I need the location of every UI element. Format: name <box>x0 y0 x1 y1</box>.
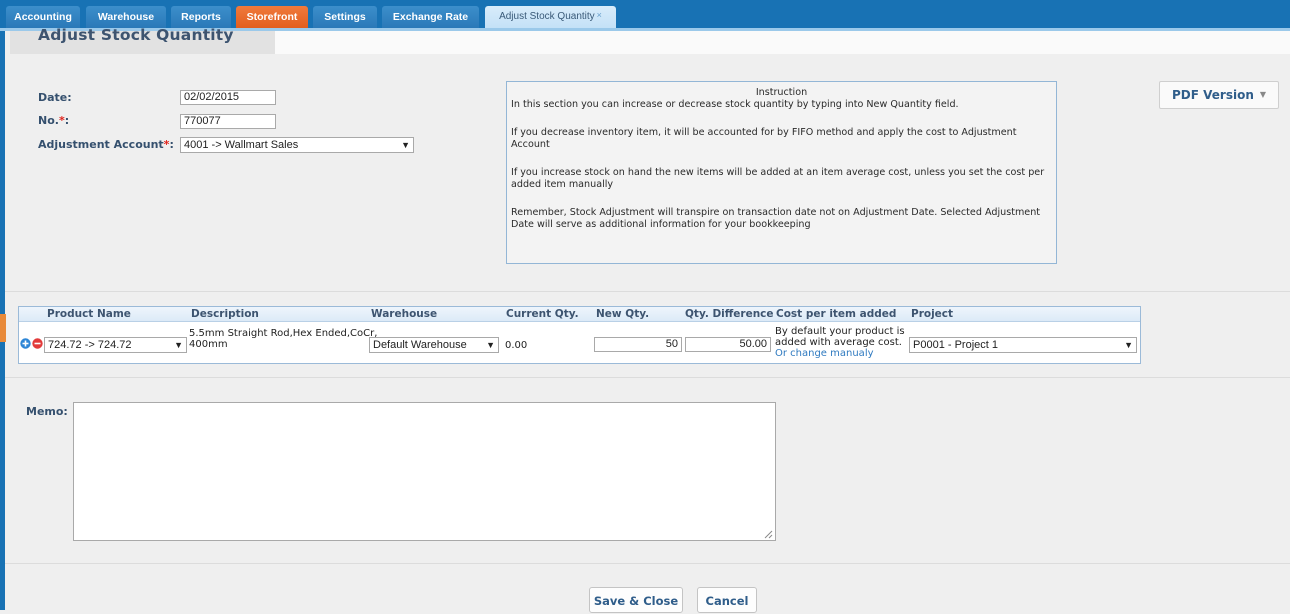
warehouse-select[interactable]: Default Warehouse ▼ <box>369 337 499 353</box>
adjustment-account-label-colon: : <box>169 138 174 151</box>
memo-label: Memo: <box>26 405 68 418</box>
product-grid: Product Name Description Warehouse Curre… <box>18 306 1141 364</box>
divider <box>5 291 1290 292</box>
minus-circle-icon[interactable] <box>32 338 43 349</box>
divider <box>5 563 1290 564</box>
cost-line: added with average cost. <box>775 337 902 348</box>
new-qty-input[interactable]: 50 <box>594 337 682 352</box>
date-field[interactable]: 02/02/2015 <box>180 90 276 105</box>
adjustment-account-label: Adjustment Account*: <box>38 138 174 151</box>
caret-down-icon: ▼ <box>1259 90 1266 99</box>
tab-accounting[interactable]: Accounting <box>6 6 80 28</box>
description-text: 5.5mm Straight Rod,Hex Ended,CoCr, 400mm <box>189 328 377 350</box>
instruction-title: Instruction <box>755 87 808 98</box>
instruction-box: Instruction In this section you can incr… <box>506 81 1057 264</box>
instruction-paragraph: If you decrease inventory item, it will … <box>511 127 1017 150</box>
product-select[interactable]: 724.72 -> 724.72 ▼ <box>44 337 187 353</box>
warehouse-value: Default Warehouse <box>373 339 467 351</box>
header-new-qty: New Qty. <box>596 308 650 320</box>
tab-adjust-stock-quantity-label: Adjust Stock Quantity <box>499 11 595 22</box>
adjustment-account-label-text: Adjustment Account <box>38 138 164 151</box>
pdf-version-button[interactable]: PDF Version ▼ <box>1159 81 1279 109</box>
left-edge-marker <box>0 314 6 342</box>
number-field[interactable]: 770077 <box>180 114 276 129</box>
page-title: Adjust Stock Quantity <box>38 26 234 44</box>
memo-textarea[interactable] <box>73 402 776 541</box>
current-qty-value: 0.00 <box>505 340 528 351</box>
tab-reports[interactable]: Reports <box>171 6 231 28</box>
tab-adjust-stock-quantity[interactable]: Adjust Stock Quantity × <box>485 6 616 28</box>
description-line: 5.5mm Straight Rod,Hex Ended,CoCr, <box>189 328 378 339</box>
plus-circle-icon[interactable] <box>20 338 31 349</box>
adjustment-account-select[interactable]: 4001 -> Wallmart Sales ▼ <box>180 137 414 153</box>
project-select[interactable]: P0001 - Project 1 ▼ <box>909 337 1137 353</box>
header-project: Project <box>911 308 954 320</box>
instruction-paragraph: Remember, Stock Adjustment will transpir… <box>511 207 1041 230</box>
instruction-paragraph: In this section you can increase or decr… <box>511 99 959 110</box>
header-description: Description <box>191 308 259 320</box>
save-and-close-button[interactable]: Save & Close <box>589 587 683 613</box>
product-value: 724.72 -> 724.72 <box>48 339 132 351</box>
triangle-down-icon: ▼ <box>401 140 410 150</box>
no-label-text: No. <box>38 114 59 127</box>
tab-warehouse[interactable]: Warehouse <box>86 6 166 28</box>
no-label-colon: : <box>64 114 70 127</box>
title-strip <box>275 31 1290 54</box>
cancel-button[interactable]: Cancel <box>697 587 757 613</box>
adjustment-account-value: 4001 -> Wallmart Sales <box>184 139 299 151</box>
triangle-down-icon: ▼ <box>486 340 495 350</box>
no-label: No.*: <box>38 114 69 127</box>
description-line: 400mm <box>189 339 228 350</box>
header-qty-difference: Qty. Difference <box>685 308 774 320</box>
header-product-name: Product Name <box>47 308 131 320</box>
cost-line: By default your product is <box>775 326 905 337</box>
header-cost-per-item: Cost per item added <box>776 308 897 320</box>
triangle-down-icon: ▼ <box>1124 340 1133 350</box>
tab-storefront[interactable]: Storefront <box>236 6 308 28</box>
grid-header: Product Name Description Warehouse Curre… <box>19 307 1140 322</box>
change-cost-link[interactable]: Or change manualy <box>775 348 905 359</box>
tab-settings[interactable]: Settings <box>313 6 377 28</box>
date-label: Date: <box>38 91 72 104</box>
close-tab-icon[interactable]: × <box>597 10 602 20</box>
divider <box>5 377 1290 378</box>
pdf-version-label: PDF Version <box>1172 88 1254 102</box>
tab-exchange-rate[interactable]: Exchange Rate <box>382 6 479 28</box>
header-warehouse: Warehouse <box>371 308 438 320</box>
resize-grip-icon[interactable] <box>763 529 773 539</box>
header-current-qty: Current Qty. <box>506 308 579 320</box>
instruction-paragraph: If you increase stock on hand the new it… <box>511 167 1045 190</box>
triangle-down-icon: ▼ <box>174 340 183 350</box>
cost-per-item-text: By default your product is added with av… <box>775 326 905 359</box>
qty-difference-input[interactable]: 50.00 <box>685 337 771 352</box>
project-value: P0001 - Project 1 <box>913 339 998 351</box>
